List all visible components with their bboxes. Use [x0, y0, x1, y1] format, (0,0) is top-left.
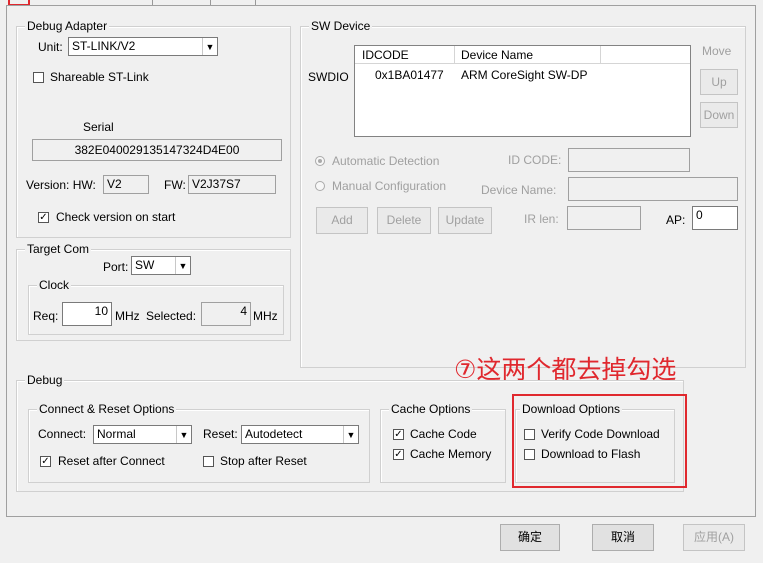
delete-button[interactable]: Delete — [377, 207, 431, 234]
ap-label: AP: — [666, 213, 686, 227]
chevron-down-icon[interactable]: ▼ — [176, 426, 191, 443]
port-value: SW — [135, 258, 155, 272]
serial-value: 382E040029135147324D4E00 — [74, 143, 240, 157]
column-divider — [454, 46, 455, 63]
target-com-title: Target Com — [25, 242, 92, 256]
id-code-label: ID CODE: — [508, 153, 562, 167]
connect-label: Connect: — [38, 427, 87, 441]
unit-select[interactable]: ST-LINK/V2 ▼ — [68, 37, 218, 56]
check-version-label: Check version on start — [56, 210, 176, 224]
fw-label: FW: — [164, 178, 186, 192]
port-select[interactable]: SW ▼ — [131, 256, 191, 275]
serial-field: 382E040029135147324D4E00 — [32, 139, 282, 161]
manual-config-radio[interactable] — [315, 181, 325, 191]
reset-after-connect-label: Reset after Connect — [58, 454, 165, 468]
port-label: Port: — [103, 260, 129, 274]
auto-detect-radio[interactable] — [315, 156, 325, 166]
connect-reset-title: Connect & Reset Options — [37, 402, 177, 416]
move-label: Move — [702, 44, 732, 58]
selected-field: 4 — [201, 302, 251, 326]
reset-value: Autodetect — [245, 427, 303, 441]
fw-value: V2J37S7 — [192, 177, 241, 191]
cancel-button[interactable]: 取消 — [592, 524, 654, 551]
debug-title: Debug — [25, 373, 65, 387]
add-button[interactable]: Add — [316, 207, 368, 234]
stop-after-reset-label: Stop after Reset — [220, 454, 307, 468]
table-row[interactable]: 0x1BA01477 ARM CoreSight SW-DP — [355, 65, 690, 82]
req-input[interactable]: 10 — [62, 302, 112, 326]
ok-button[interactable]: 确定 — [500, 524, 560, 551]
up-button[interactable]: Up — [700, 69, 738, 95]
connect-select[interactable]: Normal ▼ — [93, 425, 192, 444]
reset-after-connect-checkbox[interactable]: ✓ — [40, 456, 51, 467]
apply-button[interactable]: 应用(A) — [683, 524, 745, 551]
row-device-name: ARM CoreSight SW-DP — [461, 68, 588, 82]
debug-adapter-group: Debug Adapter — [16, 19, 291, 238]
chevron-down-icon[interactable]: ▼ — [343, 426, 358, 443]
connect-value: Normal — [97, 427, 136, 441]
ap-value: 0 — [696, 208, 703, 222]
serial-label: Serial — [83, 120, 114, 134]
chevron-down-icon[interactable]: ▼ — [202, 38, 217, 55]
req-mhz-label: MHz — [115, 309, 140, 323]
auto-detect-label: Automatic Detection — [332, 154, 440, 168]
unit-value: ST-LINK/V2 — [72, 39, 136, 53]
reset-select[interactable]: Autodetect ▼ — [241, 425, 359, 444]
device-table[interactable]: IDCODE Device Name 0x1BA01477 ARM CoreSi… — [354, 45, 691, 137]
cache-code-checkbox[interactable]: ✓ — [393, 429, 404, 440]
hw-value: V2 — [107, 177, 122, 191]
stop-after-reset-checkbox[interactable] — [203, 456, 214, 467]
row-idcode: 0x1BA01477 — [375, 68, 444, 82]
column-header-idcode[interactable]: IDCODE — [362, 48, 409, 62]
hw-field: V2 — [103, 175, 149, 194]
cache-memory-label: Cache Memory — [410, 447, 492, 461]
fw-field: V2J37S7 — [188, 175, 276, 194]
cache-memory-checkbox[interactable]: ✓ — [393, 449, 404, 460]
cache-code-label: Cache Code — [410, 427, 477, 441]
device-name-field — [568, 177, 738, 201]
sw-device-title: SW Device — [309, 19, 373, 33]
unit-label: Unit: — [38, 40, 63, 54]
highlight-box — [512, 394, 687, 488]
selected-label: Selected: — [146, 309, 197, 323]
version-hw-label: Version: HW: — [26, 178, 96, 192]
ir-len-label: IR len: — [524, 212, 559, 226]
reset-label: Reset: — [203, 427, 238, 441]
shareable-checkbox[interactable] — [33, 72, 44, 83]
ap-input[interactable]: 0 — [692, 206, 738, 230]
table-header: IDCODE Device Name — [355, 46, 690, 64]
req-value: 10 — [94, 304, 108, 318]
check-version-checkbox[interactable]: ✓ — [38, 212, 49, 223]
debug-adapter-title: Debug Adapter — [25, 19, 110, 33]
update-button[interactable]: Update — [438, 207, 492, 234]
device-name-label: Device Name: — [481, 183, 557, 197]
cache-options-title: Cache Options — [389, 402, 473, 416]
column-divider — [600, 46, 601, 63]
column-header-device-name[interactable]: Device Name — [461, 48, 533, 62]
id-code-field — [568, 148, 690, 172]
ir-len-field — [567, 206, 641, 230]
chevron-down-icon[interactable]: ▼ — [175, 257, 190, 274]
req-label: Req: — [33, 309, 59, 323]
selected-value: 4 — [240, 304, 247, 318]
selected-mhz-label: MHz — [253, 309, 278, 323]
down-button[interactable]: Down — [700, 102, 738, 128]
connect-reset-group: Connect & Reset Options — [28, 402, 370, 483]
shareable-label: Shareable ST-Link — [50, 70, 149, 84]
manual-config-label: Manual Configuration — [332, 179, 447, 193]
swdio-label: SWDIO — [308, 70, 349, 84]
cache-options-group: Cache Options — [380, 402, 506, 483]
clock-title: Clock — [37, 278, 72, 292]
